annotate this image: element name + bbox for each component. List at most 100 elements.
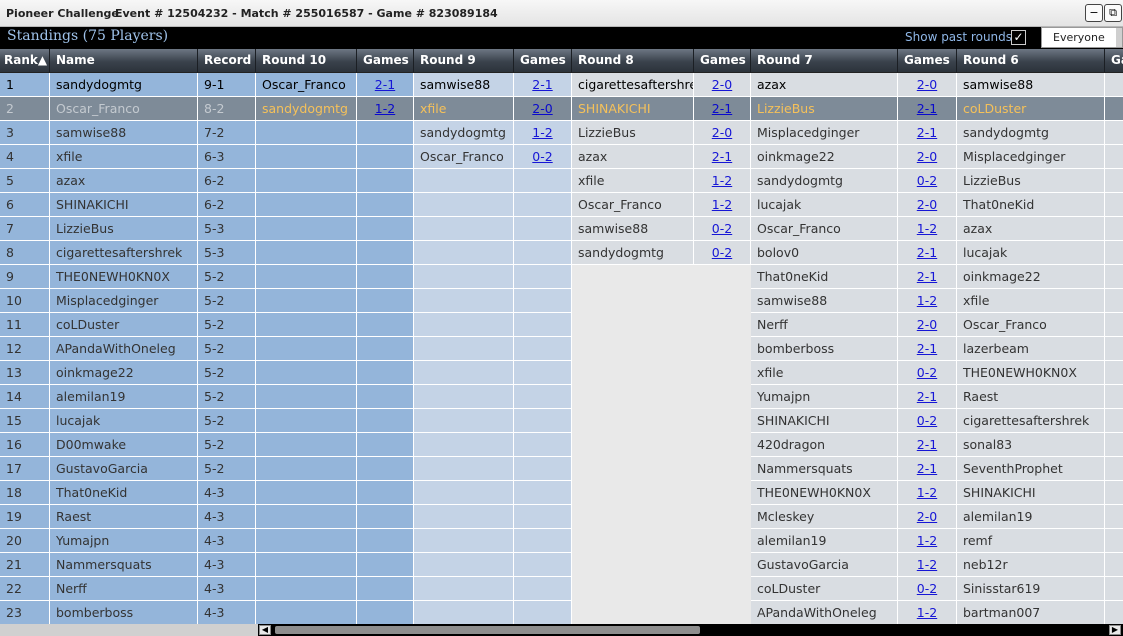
games-result-link[interactable]: 2-1 [712, 101, 732, 116]
games-result-link[interactable]: 2-1 [917, 245, 937, 260]
opponent-cell [256, 337, 357, 361]
games-result-link[interactable]: 2-0 [532, 101, 552, 116]
table-row[interactable]: 10 Misplacedginger 5-2 samwise88 1-2 xfile [0, 289, 1123, 313]
rank-cell: 3 [0, 121, 50, 145]
table-row[interactable]: 8 cigarettesaftershrek 5-3 sandydogmtg 0-2 bo… [0, 241, 1123, 265]
show-past-rounds-checkbox[interactable]: ✓ [1011, 30, 1026, 45]
games-result-link[interactable]: 0-2 [712, 245, 732, 260]
games-result-link[interactable]: 2-0 [917, 509, 937, 524]
dropdown-arrow-icon[interactable] [1116, 28, 1122, 47]
column-header[interactable]: Round 6 [957, 49, 1105, 73]
games-result-link[interactable]: 0-2 [917, 581, 937, 596]
record-cell: 4-3 [198, 601, 256, 624]
rank-cell: 13 [0, 361, 50, 385]
games-result-link[interactable]: 2-0 [712, 77, 732, 92]
minimize-button[interactable]: − [1085, 4, 1103, 22]
games-result-link[interactable]: 2-1 [917, 461, 937, 476]
scrollbar-thumb[interactable] [275, 626, 700, 634]
column-header[interactable]: Name [50, 49, 198, 73]
scroll-right-arrow-icon[interactable]: ▶ [1109, 625, 1121, 635]
games-result-link[interactable]: 1-2 [917, 533, 937, 548]
games-result-link[interactable]: 2-1 [375, 77, 395, 92]
table-row[interactable]: 11 coLDuster 5-2 Nerff 2-0 Oscar_Franco [0, 313, 1123, 337]
games-result-link[interactable]: 1-2 [532, 125, 552, 140]
games-result-link[interactable]: 1-2 [712, 173, 732, 188]
games-result-link[interactable]: 2-1 [532, 77, 552, 92]
table-row[interactable]: 20 Yumajpn 4-3 alemilan19 1-2 remf [0, 529, 1123, 553]
games-result-link[interactable]: 1-2 [917, 557, 937, 572]
table-cell [1105, 169, 1123, 193]
games-result-link[interactable]: 1-2 [712, 197, 732, 212]
scroll-left-arrow-icon[interactable]: ◀ [259, 625, 271, 635]
show-past-rounds-label[interactable]: Show past rounds [905, 30, 1012, 44]
table-row[interactable]: 23 bomberboss 4-3 APandaWithOneleg 1-2 bartma… [0, 601, 1123, 624]
column-header[interactable]: Round 8 [572, 49, 694, 73]
column-header[interactable]: Games [694, 49, 751, 73]
record-cell: 5-2 [198, 457, 256, 481]
rank-cell: 22 [0, 577, 50, 601]
table-row[interactable]: 15 lucajak 5-2 SHINAKICHI 0-2 cigarettesafter… [0, 409, 1123, 433]
opponent-cell [414, 169, 514, 193]
column-header[interactable]: Games [514, 49, 572, 73]
games-result-link[interactable]: 1-2 [917, 605, 937, 620]
games-result-link[interactable]: 2-1 [917, 101, 937, 116]
opponent-cell: Mcleskey [751, 505, 898, 529]
games-result-link[interactable]: 0-2 [712, 221, 732, 236]
opponent-cell [414, 241, 514, 265]
games-result-link[interactable]: 0-2 [917, 173, 937, 188]
table-row-selected[interactable]: 2 Oscar_Franco 8-2 sandydogmtg 1-2 xfile 2-0 SH… [0, 97, 1123, 121]
column-header[interactable]: Record [198, 49, 256, 73]
games-result-link[interactable]: 2-0 [917, 317, 937, 332]
restore-button[interactable]: ⧉ [1104, 4, 1122, 22]
table-row[interactable]: 21 Nammersquats 4-3 GustavoGarcia 1-2 neb12r [0, 553, 1123, 577]
column-header[interactable]: Round 9 [414, 49, 514, 73]
column-header[interactable]: Games [357, 49, 414, 73]
games-result-link[interactable]: 0-2 [917, 365, 937, 380]
player-filter-select[interactable]: Everyone [1041, 27, 1123, 48]
column-header[interactable]: Games [898, 49, 957, 73]
games-result-link[interactable]: 1-2 [917, 485, 937, 500]
column-header[interactable]: Rank▲ [0, 49, 50, 73]
table-row[interactable]: 7 LizzieBus 5-3 samwise88 0-2 Oscar_Franco 1-2… [0, 217, 1123, 241]
table-row[interactable]: 13 oinkmage22 5-2 xfile 0-2 THE0NEWH0KN0X [0, 361, 1123, 385]
games-result-link[interactable]: 1-2 [917, 293, 937, 308]
table-row[interactable]: 19 Raest 4-3 Mcleskey 2-0 alemilan19 [0, 505, 1123, 529]
table-row[interactable]: 5 azax 6-2 xfile 1-2 sandydogmtg 0-2 LizzieBus [0, 169, 1123, 193]
table-row[interactable]: 4 xfile 6-3 Oscar_Franco 0-2 azax 2-1 oinkmage2… [0, 145, 1123, 169]
column-header[interactable]: Ga [1105, 49, 1123, 73]
table-row[interactable]: 6 SHINAKICHI 6-2 Oscar_Franco 1-2 lucajak 2-0 T… [0, 193, 1123, 217]
table-row[interactable]: 9 THE0NEWH0KN0X 5-2 That0neKid 2-1 oinkmage22 [0, 265, 1123, 289]
games-result-link[interactable]: 2-1 [917, 437, 937, 452]
table-row[interactable]: 22 Nerff 4-3 coLDuster 0-2 Sinisstar619 [0, 577, 1123, 601]
record-cell: 5-2 [198, 361, 256, 385]
column-header[interactable]: Round 7 [751, 49, 898, 73]
games-result-link[interactable]: 2-1 [917, 269, 937, 284]
table-row[interactable]: 1 sandydogmtg 9-1 Oscar_Franco 2-1 samwise88 2… [0, 73, 1123, 97]
horizontal-scrollbar[interactable]: ◀ ▶ [0, 624, 1123, 636]
games-result-link[interactable]: 1-2 [375, 101, 395, 116]
games-result-link[interactable]: 2-0 [712, 125, 732, 140]
table-row[interactable]: 16 D00mwake 5-2 420dragon 2-1 sonal83 [0, 433, 1123, 457]
games-result-link[interactable]: 2-0 [917, 77, 937, 92]
opponent-cell: cigarettesaftershrek [957, 409, 1105, 433]
table-row[interactable]: 3 samwise88 7-2 sandydogmtg 1-2 LizzieBus 2-0 M… [0, 121, 1123, 145]
games-cell [357, 505, 414, 529]
opponent-cell: lucajak [957, 241, 1105, 265]
games-result-link[interactable]: 2-1 [917, 125, 937, 140]
table-row[interactable]: 14 alemilan19 5-2 Yumajpn 2-1 Raest [0, 385, 1123, 409]
games-result-link[interactable]: 2-1 [712, 149, 732, 164]
opponent-cell [572, 457, 694, 481]
games-result-link[interactable]: 2-0 [917, 149, 937, 164]
column-header[interactable]: Round 10 [256, 49, 357, 73]
games-result-link[interactable]: 1-2 [917, 221, 937, 236]
table-row[interactable]: 17 GustavoGarcia 5-2 Nammersquats 2-1 Seventh… [0, 457, 1123, 481]
opponent-cell [414, 289, 514, 313]
games-result-link[interactable]: 2-1 [917, 389, 937, 404]
table-row[interactable]: 18 That0neKid 4-3 THE0NEWH0KN0X 1-2 SHINAKICH… [0, 481, 1123, 505]
games-result-link[interactable]: 2-0 [917, 197, 937, 212]
games-result-link[interactable]: 0-2 [532, 149, 552, 164]
table-row[interactable]: 12 APandaWithOneleg 5-2 bomberboss 2-1 lazerb… [0, 337, 1123, 361]
games-result-link[interactable]: 0-2 [917, 413, 937, 428]
games-result-link[interactable]: 2-1 [917, 341, 937, 356]
opponent-cell: alemilan19 [957, 505, 1105, 529]
